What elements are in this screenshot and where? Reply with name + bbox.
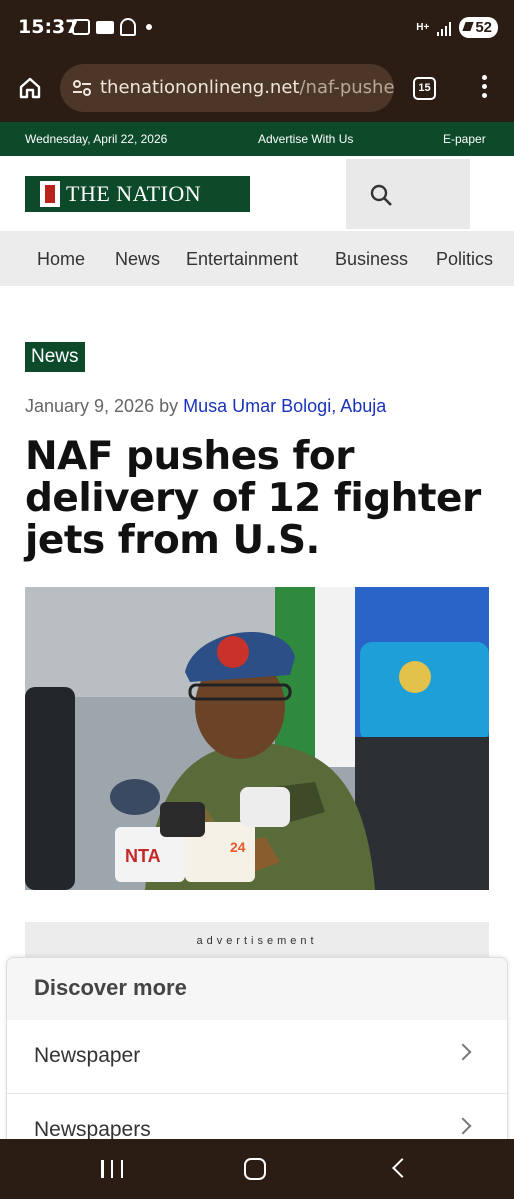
recents-icon[interactable] — [101, 1160, 123, 1178]
article-date: January 9, 2026 — [25, 396, 155, 416]
url-path: /naf-pushes — [299, 77, 394, 98]
byline-prefix: by — [159, 396, 179, 416]
advertisement-label: advertisement — [25, 922, 489, 958]
system-navigation-bar — [0, 1139, 514, 1199]
discover-item-label: Newspapers — [34, 1118, 151, 1141]
article-photo-illustration: NTA 24 — [25, 587, 489, 890]
nav-item-politics[interactable]: Politics — [436, 249, 493, 270]
mail-icon — [96, 20, 114, 34]
discover-item-newspaper[interactable]: Newspaper — [7, 1020, 507, 1094]
browser-menu-icon[interactable] — [480, 75, 488, 101]
category-badge[interactable]: News — [25, 342, 85, 372]
signal-icon — [437, 20, 452, 36]
chevron-right-icon — [454, 1117, 472, 1135]
site-header: THE NATION — [0, 156, 514, 231]
author-link[interactable]: Musa Umar Bologi, Abuja — [183, 396, 386, 416]
browser-toolbar: thenationonlineng.net/naf-pushes 15 — [0, 56, 514, 122]
epaper-link[interactable]: E-paper — [443, 132, 486, 146]
back-icon[interactable] — [392, 1158, 412, 1178]
home-icon[interactable] — [18, 76, 42, 100]
nav-item-business[interactable]: Business — [335, 249, 408, 270]
network-type: H+ — [416, 22, 430, 33]
site-logo[interactable]: THE NATION — [25, 176, 250, 212]
notification-icons — [72, 18, 152, 36]
search-button[interactable] — [346, 159, 470, 229]
nav-item-news[interactable]: News — [115, 249, 160, 270]
search-icon — [370, 184, 392, 206]
photo-mic-label: NTA — [125, 846, 161, 866]
screenshot-icon — [72, 19, 90, 35]
article-headline: NAF pushes for delivery of 12 fighter je… — [25, 434, 481, 563]
logo-text: THE NATION — [66, 181, 202, 206]
discover-item-label: Newspaper — [34, 1044, 141, 1067]
photo-mic-label-2: 24 — [230, 839, 246, 855]
site-top-strip: Wednesday, April 22, 2026 Advertise With… — [0, 122, 514, 156]
address-bar[interactable]: thenationonlineng.net/naf-pushes — [60, 64, 394, 112]
more-notifications-dot-icon — [146, 24, 152, 30]
battery-indicator: 52 — [459, 17, 498, 38]
url-host: thenationonlineng.net — [100, 77, 300, 98]
article-photo[interactable]: NTA 24 — [25, 587, 489, 890]
status-time: 15:37 — [18, 16, 79, 38]
url-text: thenationonlineng.net/naf-pushes — [100, 77, 394, 98]
article-meta: January 9, 2026 by Musa Umar Bologi, Abu… — [25, 396, 386, 417]
advertise-link[interactable]: Advertise With Us — [258, 132, 353, 146]
site-date: Wednesday, April 22, 2026 — [25, 132, 168, 146]
nav-item-entertainment[interactable]: Entertainment — [186, 249, 298, 270]
bell-icon — [120, 18, 136, 36]
site-settings-icon[interactable] — [72, 79, 92, 97]
site-nav: Home News Entertainment Business Politic… — [0, 231, 514, 286]
nav-item-home[interactable]: Home — [37, 249, 85, 270]
status-bar: 15:37 H+ 52 — [0, 0, 514, 56]
discover-more-title: Discover more — [7, 958, 507, 1020]
tab-switcher-button[interactable]: 15 — [413, 77, 436, 100]
logo-emblem-icon — [40, 181, 60, 207]
home-nav-icon[interactable] — [244, 1158, 266, 1180]
chevron-right-icon — [454, 1043, 472, 1061]
